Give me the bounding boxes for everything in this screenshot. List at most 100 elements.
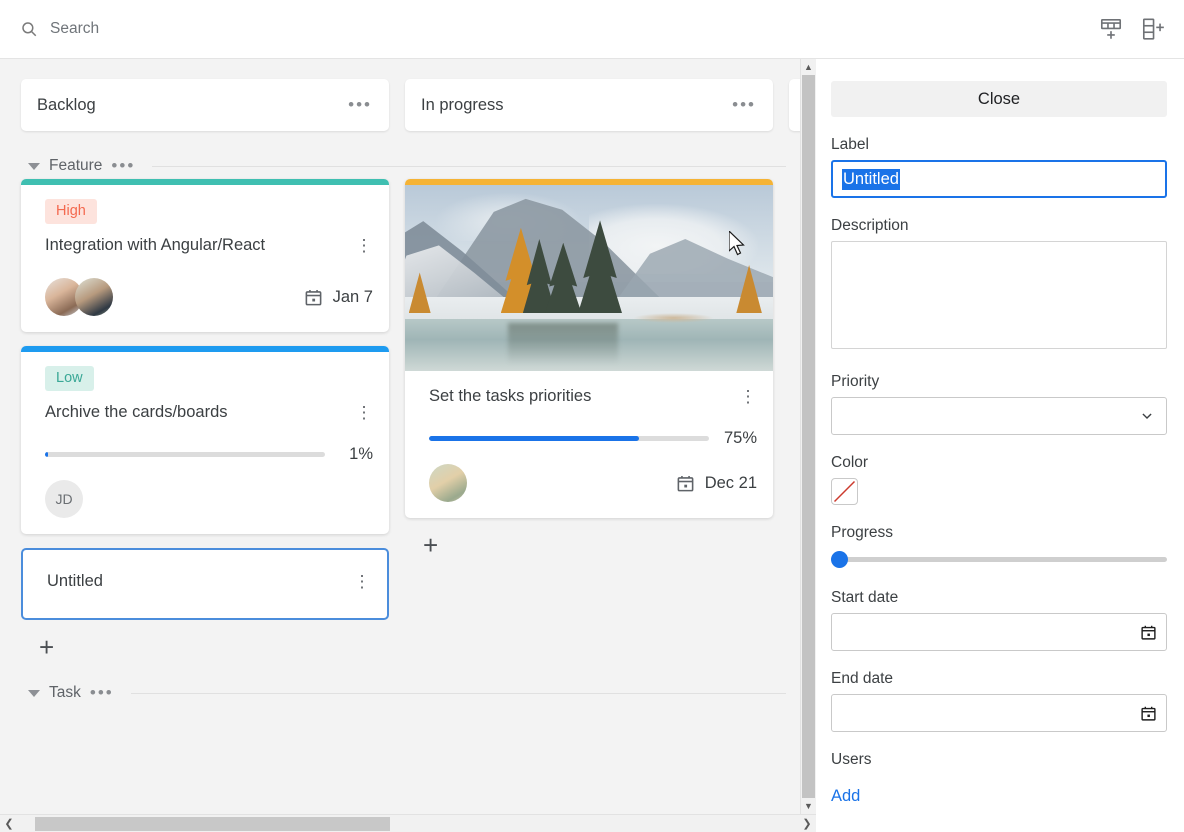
progress-bar[interactable] (429, 436, 709, 441)
priority-field-caption: Priority (831, 373, 880, 390)
column-title: In progress (421, 95, 504, 114)
avatar[interactable] (429, 464, 467, 502)
scroll-left-arrow-icon[interactable]: ❮ (0, 817, 18, 830)
avatar[interactable] (75, 278, 113, 316)
card-title-row: Untitled ⋮ (47, 570, 372, 598)
color-swatch-none[interactable] (831, 478, 858, 505)
card-menu-button[interactable]: ⋮ (355, 234, 374, 262)
body-row: Backlog ••• In progress ••• Feature ••• … (0, 59, 1184, 832)
search-icon (20, 20, 38, 38)
card-title-row: Archive the cards/boards ⋮ (45, 401, 374, 429)
card-footer: Jan 7 (45, 278, 373, 316)
progress-label: 75% (723, 429, 757, 447)
card-menu-button[interactable]: ⋮ (739, 385, 758, 413)
card-footer: Dec 21 (429, 464, 757, 502)
progress-row: 75% (429, 429, 757, 448)
description-field-caption: Description (831, 217, 909, 234)
scroll-right-arrow-icon[interactable]: ❯ (798, 817, 816, 830)
swimlane-menu-button[interactable]: ••• (90, 684, 114, 701)
label-input-value: Untitled (842, 168, 900, 190)
end-date-field-caption: End date (831, 670, 894, 687)
vertical-scroll-thumb[interactable] (802, 75, 815, 798)
card-menu-button[interactable]: ⋮ (353, 570, 372, 598)
avatar[interactable]: JD (45, 480, 83, 518)
description-textarea[interactable] (831, 241, 1167, 349)
card-body: Low Archive the cards/boards ⋮ 1% JD (21, 352, 389, 534)
swimlane-divider (152, 165, 786, 167)
avatar-group (429, 464, 467, 502)
board: Backlog ••• In progress ••• Feature ••• … (0, 59, 816, 832)
progress-label: 1% (349, 445, 373, 463)
card-set-the-tasks-priorities[interactable]: Set the tasks priorities ⋮ 75% Dec 21 (405, 179, 773, 518)
progress-fill (45, 452, 48, 457)
swimlane-title: Feature (49, 157, 103, 174)
column-header-in-progress[interactable]: In progress ••• (405, 79, 773, 131)
column-header-third[interactable] (789, 79, 800, 131)
calendar-icon[interactable] (1140, 705, 1157, 722)
scroll-up-arrow-icon[interactable]: ▲ (801, 59, 816, 75)
progress-slider-thumb[interactable] (831, 550, 848, 568)
label-input[interactable]: Untitled (831, 160, 1167, 198)
add-card-button-backlog[interactable]: + (39, 634, 69, 664)
card-body: Set the tasks priorities ⋮ 75% Dec 21 (405, 371, 773, 518)
topbar-actions (1098, 16, 1166, 42)
calendar-icon (676, 474, 695, 493)
avatar-group: JD (45, 480, 83, 518)
priority-select[interactable] (831, 397, 1167, 435)
due-date: Jan 7 (304, 288, 373, 307)
swimlane-menu-button[interactable]: ••• (111, 157, 135, 174)
column-header-backlog[interactable]: Backlog ••• (21, 79, 389, 131)
start-date-field-caption: Start date (831, 589, 899, 606)
progress-field-caption: Progress (831, 524, 894, 541)
search-container[interactable] (20, 20, 1098, 38)
chevron-down-icon[interactable] (28, 689, 40, 697)
chevron-down-icon[interactable] (28, 162, 40, 170)
board-vertical-scrollbar[interactable]: ▲ ▼ (800, 59, 816, 814)
board-scroll-area: Backlog ••• In progress ••• Feature ••• … (0, 59, 800, 812)
progress-slider[interactable] (831, 548, 1167, 570)
card-integration-with-angular-react[interactable]: High Integration with Angular/React ⋮ Ja… (21, 179, 389, 332)
kanban-app: Backlog ••• In progress ••• Feature • (0, 0, 1184, 832)
lane-column-in-progress: Set the tasks priorities ⋮ 75% Dec 21 + (405, 179, 773, 562)
add-user-link[interactable]: Add (831, 787, 860, 806)
card-title-row: Integration with Angular/React ⋮ (45, 234, 374, 262)
swimlane-divider (130, 692, 786, 694)
swimlane-columns: High Integration with Angular/React ⋮ Ja… (0, 179, 800, 664)
card-title: Untitled (47, 572, 103, 590)
mountain-lake-photo (405, 185, 773, 371)
add-card-button-in-progress[interactable]: + (423, 532, 453, 562)
progress-bar[interactable] (45, 452, 325, 457)
swimlane-title: Task (49, 684, 81, 701)
calendar-icon (304, 288, 323, 307)
color-field-caption: Color (831, 454, 869, 471)
due-date-text: Dec 21 (704, 473, 757, 492)
card-title: Integration with Angular/React (45, 236, 266, 254)
detail-panel: Close Label Untitled Description Priorit… (816, 59, 1184, 832)
card-menu-button[interactable]: ⋮ (355, 401, 374, 429)
top-bar (0, 0, 1184, 59)
priority-badge: Low (45, 366, 94, 391)
add-column-icon[interactable] (1098, 16, 1124, 42)
column-menu-button[interactable]: ••• (348, 96, 372, 113)
progress-slider-track (831, 556, 1167, 562)
swimlane-header-feature: Feature ••• (0, 131, 800, 179)
horizontal-scroll-track[interactable] (18, 816, 798, 832)
card-body: High Integration with Angular/React ⋮ Ja… (21, 185, 389, 332)
swimlane-header-task: Task ••• (0, 664, 800, 712)
avatar-group (45, 278, 113, 316)
start-date-input[interactable] (831, 613, 1167, 651)
add-row-icon[interactable] (1140, 16, 1166, 42)
scroll-down-arrow-icon[interactable]: ▼ (801, 798, 816, 814)
card-untitled[interactable]: Untitled ⋮ (21, 548, 389, 620)
column-header-row: Backlog ••• In progress ••• (0, 59, 800, 131)
card-archive-the-cards-boards[interactable]: Low Archive the cards/boards ⋮ 1% JD (21, 346, 389, 534)
end-date-input[interactable] (831, 694, 1167, 732)
search-input[interactable] (50, 20, 350, 38)
horizontal-scroll-thumb[interactable] (35, 816, 390, 831)
board-horizontal-scrollbar[interactable]: ❮ ❯ (0, 814, 816, 832)
calendar-icon[interactable] (1140, 624, 1157, 641)
card-footer: JD (45, 480, 373, 518)
close-button[interactable]: Close (831, 81, 1167, 117)
column-menu-button[interactable]: ••• (732, 96, 756, 113)
chevron-down-icon (1140, 409, 1154, 423)
